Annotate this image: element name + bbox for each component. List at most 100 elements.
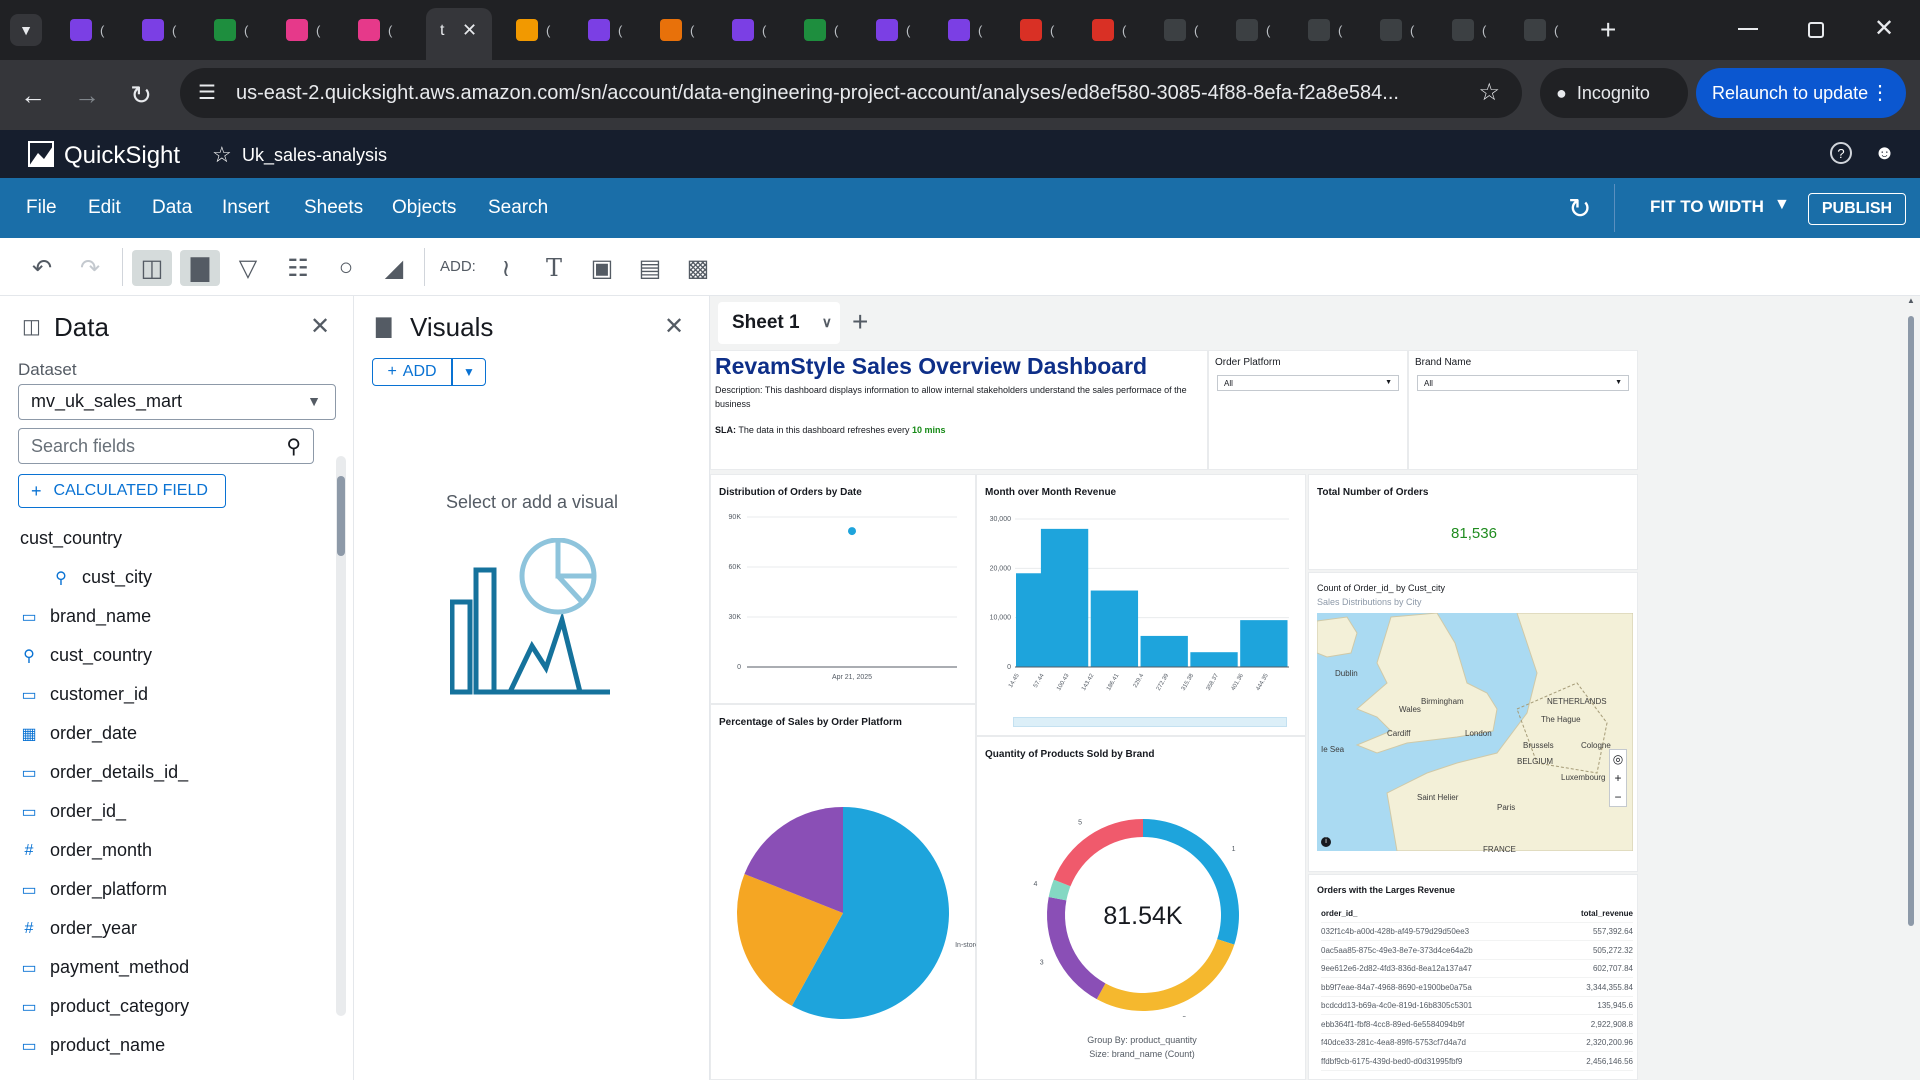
themes-icon[interactable]: ◢ (374, 250, 414, 286)
browser-tab[interactable]: ( (1152, 12, 1216, 48)
table-row[interactable]: 9ee612e6-2d82-4fd3-836d-8ea12a137a47 602,… (1321, 960, 1633, 978)
add-insight-icon[interactable]: ▤ (630, 250, 670, 286)
browser-tab[interactable]: ( (1368, 12, 1432, 48)
browser-tab[interactable]: ( (58, 12, 122, 48)
field-list-scrollbar[interactable] (336, 456, 346, 1016)
field-item-order-id-[interactable]: ▭ order_id_ (20, 801, 126, 822)
recenter-icon[interactable]: ◎ (1610, 750, 1626, 769)
analysis-name[interactable]: Uk_sales-analysis (242, 145, 387, 166)
table-row[interactable]: bb9f7eae-84a7-4968-8690-e1900be0a75a 3,34… (1321, 979, 1633, 997)
menu-insert[interactable]: Insert (222, 197, 270, 219)
field-hierarchy-child[interactable]: ⚲ cust_city (52, 567, 152, 588)
add-embed-icon[interactable]: ▩ (678, 250, 718, 286)
month-revenue-visual[interactable]: Month over Month Revenue 30,000 20,000 10,… (976, 474, 1306, 736)
scatter-point[interactable] (848, 527, 856, 536)
browser-tab[interactable]: ( (864, 12, 928, 48)
menu-search[interactable]: Search (488, 197, 548, 219)
zoom-out-icon[interactable]: − (1610, 788, 1626, 807)
user-icon[interactable]: ☻ (1874, 142, 1895, 165)
scrollbar-thumb[interactable] (337, 476, 345, 556)
bar[interactable] (1140, 635, 1188, 667)
donut-slice[interactable] (1096, 939, 1235, 1011)
browser-tab[interactable]: ( (202, 12, 266, 48)
incognito-indicator[interactable]: ● Incognito (1540, 68, 1688, 118)
browser-tab[interactable]: ( (130, 12, 194, 48)
browser-tab[interactable]: ( (1224, 12, 1288, 48)
menu-data[interactable]: Data (152, 197, 192, 219)
browser-tab[interactable]: ( (274, 12, 338, 48)
table-row[interactable]: f40dce33-281c-4ea8-89f6-5753cf7d4a7d 2,32… (1321, 1034, 1633, 1052)
browser-tab[interactable]: ( (1440, 12, 1504, 48)
filter-icon[interactable]: ▽ (228, 250, 268, 286)
new-tab-button[interactable]: + (1600, 14, 1616, 46)
table-row[interactable]: 0ac5aa85-875c-49e3-8e7e-373d4ce64a2b 505,… (1321, 942, 1633, 960)
active-tab[interactable]: t ✕ (426, 8, 492, 60)
field-item-cust-country[interactable]: ⚲ cust_country (20, 645, 152, 666)
browser-tab[interactable]: ( (1008, 12, 1072, 48)
table-row[interactable]: ffdbf9cb-6175-439d-bed0-d0d31995fbf9 2,45… (1321, 1053, 1633, 1071)
relaunch-button[interactable]: Relaunch to update ⋮ (1696, 68, 1906, 118)
scrollbar-thumb[interactable] (1908, 316, 1914, 926)
table-row[interactable]: 032f1c4b-a00d-428b-af49-579d29d50ee3 557,… (1321, 923, 1633, 941)
bar[interactable] (1040, 528, 1089, 667)
menu-file[interactable]: File (26, 197, 57, 219)
fit-to-width-dropdown[interactable]: FIT TO WIDTH (1650, 197, 1764, 217)
total-orders-kpi[interactable]: Total Number of Orders 81,536 (1308, 474, 1638, 570)
close-tab-icon[interactable]: ✕ (462, 20, 477, 41)
browser-tab[interactable]: ( (346, 12, 410, 48)
orders-by-date-visual[interactable]: Distribution of Orders by Date 90K 60K 30K… (710, 474, 976, 704)
add-image-icon[interactable]: ▣ (582, 250, 622, 286)
browser-tab[interactable]: ( (1080, 12, 1144, 48)
column-header[interactable]: total_revenue (1581, 909, 1633, 918)
fit-dropdown-chevron-icon[interactable]: ▼ (1774, 196, 1790, 214)
controls-icon[interactable]: ☷ (278, 250, 318, 286)
browser-tab[interactable]: ( (576, 12, 640, 48)
largest-revenue-table[interactable]: Orders with the Larges Revenue order_id_… (1308, 874, 1638, 1080)
insights-icon[interactable]: ○ (326, 250, 366, 286)
menu-edit[interactable]: Edit (88, 197, 121, 219)
table-row[interactable]: bcdcdd13-b69a-4c0e-819d-16b8305c5301 135,… (1321, 997, 1633, 1015)
title-textbox[interactable]: RevamStyle Sales Overview Dashboard Desc… (710, 350, 1208, 470)
refresh-icon[interactable]: ↻ (1568, 192, 1591, 225)
sales-by-platform-visual[interactable]: Percentage of Sales by Order Platform In… (710, 704, 977, 1080)
help-icon[interactable]: ? (1830, 142, 1852, 164)
menu-sheets[interactable]: Sheets (304, 197, 363, 219)
reload-icon[interactable]: ↻ (124, 78, 158, 112)
city-map-visual[interactable]: Count of Order_id_ by Cust_city Sales Di… (1308, 572, 1638, 872)
bar[interactable] (1190, 652, 1238, 667)
add-text-icon[interactable]: T (534, 250, 574, 286)
order-platform-select[interactable]: All ▼ (1217, 375, 1399, 391)
donut-slice[interactable] (1047, 897, 1106, 1000)
undo-icon[interactable]: ↶ (22, 250, 62, 286)
back-icon[interactable]: ← (16, 78, 50, 112)
column-header[interactable]: order_id_ (1321, 909, 1357, 918)
menu-objects[interactable]: Objects (392, 197, 456, 219)
field-item-order-details-id-[interactable]: ▭ order_details_id_ (20, 762, 188, 783)
browser-tab[interactable]: ( (1296, 12, 1360, 48)
bar[interactable] (1240, 620, 1288, 667)
add-visual-dropdown[interactable]: ▼ (452, 358, 486, 386)
browser-tab[interactable]: ( (1512, 12, 1576, 48)
canvas-scrollbar[interactable]: ▲ (1906, 296, 1916, 1080)
sheet-menu-chevron-icon[interactable]: ∨ (822, 314, 832, 331)
more-menu-icon[interactable]: ⋮ (1870, 80, 1890, 105)
field-item-order-year[interactable]: # order_year (20, 918, 138, 939)
bar[interactable] (1090, 590, 1139, 667)
close-window-icon[interactable]: ✕ (1874, 14, 1894, 43)
table-row[interactable]: ebb364f1-fbf8-4cc8-89ed-6e5584094b9f 2,92… (1321, 1016, 1633, 1034)
favorite-star-icon[interactable]: ☆ (212, 142, 232, 168)
publish-button[interactable]: PUBLISH (1808, 193, 1906, 225)
brand-name-select[interactable]: All ▼ (1417, 375, 1629, 391)
field-item-payment-method[interactable]: ▭ payment_method (20, 957, 189, 978)
address-bar[interactable]: ☰ us-east-2.quicksight.aws.amazon.com/sn… (180, 68, 1522, 118)
scroll-up-icon[interactable]: ▲ (1907, 296, 1915, 305)
bookmark-star-icon[interactable]: ☆ (1478, 78, 1500, 107)
map-info-icon[interactable]: i (1321, 837, 1331, 847)
field-item-customer-id[interactable]: ▭ customer_id (20, 684, 148, 705)
calculated-field-button[interactable]: + CALCULATED FIELD (18, 474, 226, 508)
browser-tab[interactable]: ( (792, 12, 856, 48)
add-sheet-icon[interactable]: + (852, 306, 868, 338)
browser-tab[interactable]: ( (936, 12, 1000, 48)
minimize-icon[interactable] (1738, 28, 1758, 30)
add-visual-button[interactable]: + ADD (372, 358, 452, 386)
